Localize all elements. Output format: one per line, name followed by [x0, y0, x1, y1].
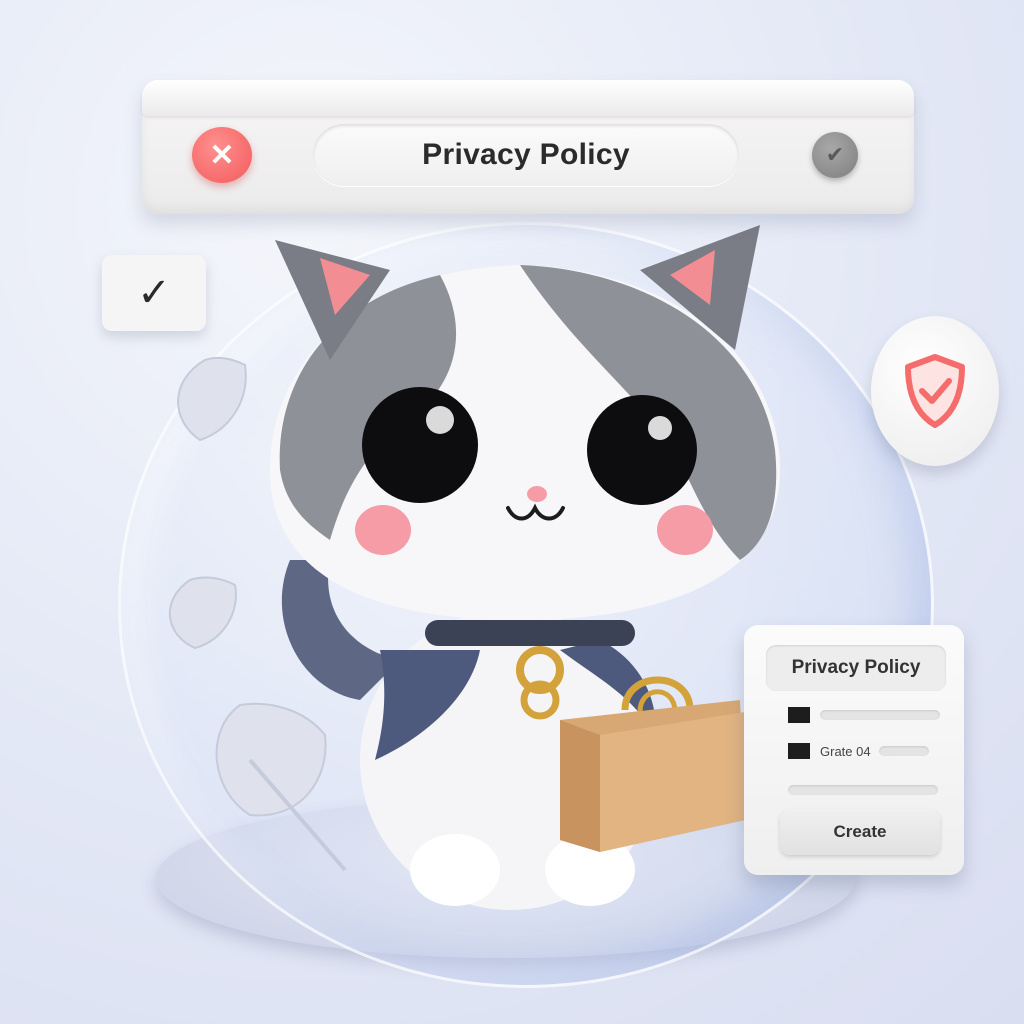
policy-option-row[interactable] [788, 707, 940, 723]
checkbox[interactable] [788, 707, 810, 723]
create-button-label: Create [833, 822, 887, 841]
confirm-button[interactable]: ✔ [812, 132, 858, 178]
titlebar-top-lip [142, 80, 914, 116]
policy-card-title-text: Privacy Policy [791, 657, 921, 678]
policy-card-title: Privacy Policy [766, 645, 946, 691]
text-line [788, 785, 938, 795]
create-button[interactable]: Create [780, 809, 940, 855]
checkmark-icon: ✓ [137, 271, 171, 315]
policy-text-line [788, 785, 938, 795]
close-icon: ✕ [209, 138, 235, 172]
check-circle-icon: ✔ [825, 142, 845, 167]
option-line [878, 746, 929, 756]
shield-check-icon [905, 354, 965, 428]
illustration-scene: ✕ Privacy Policy ✔ ✓ Privacy Policy Grat… [0, 0, 1024, 1024]
page-title-text: Privacy Policy [422, 138, 630, 171]
accept-checkbox-card[interactable]: ✓ [102, 255, 206, 331]
policy-option-row[interactable]: Grate 04 [788, 743, 929, 759]
privacy-policy-card: Privacy Policy Grate 04 Create [744, 625, 964, 875]
close-button[interactable]: ✕ [192, 127, 252, 183]
option-label: Grate 04 [820, 743, 871, 759]
checkbox[interactable] [788, 743, 810, 759]
security-badge [871, 316, 999, 466]
page-title: Privacy Policy [313, 124, 739, 186]
option-line [820, 710, 940, 720]
